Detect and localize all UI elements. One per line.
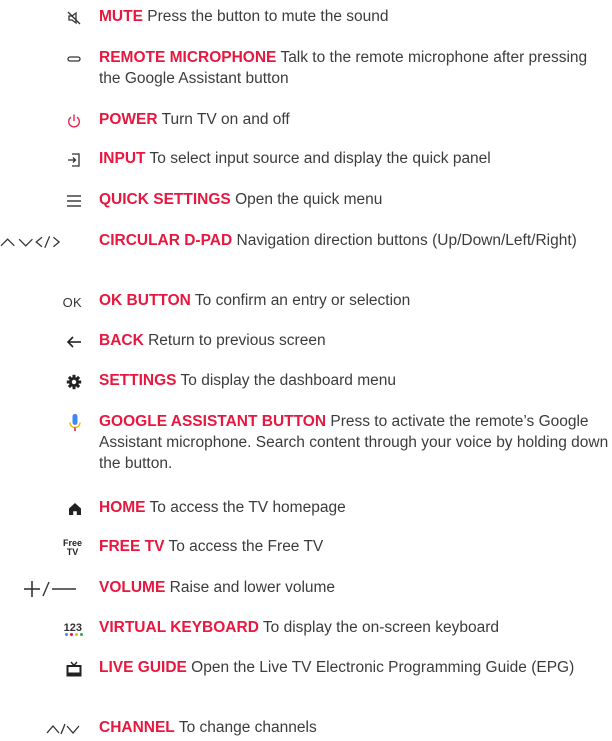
ok-icon: OK xyxy=(62,294,82,310)
item-label: OK BUTTON xyxy=(99,292,191,309)
item-desc: Open the Live TV Electronic Programming … xyxy=(191,659,575,676)
item-label: REMOTE MICROPHONE xyxy=(99,49,277,66)
item-desc: To access the TV homepage xyxy=(149,499,346,516)
input-icon xyxy=(0,148,92,172)
item-desc: To confirm an entry or selection xyxy=(194,292,411,309)
item-label: SETTINGS xyxy=(99,372,177,389)
item-desc: Raise and lower volume xyxy=(169,579,336,596)
tv-guide-icon xyxy=(0,657,92,681)
item-desc: Turn TV on and off xyxy=(161,111,290,128)
volume-plus-minus-icon xyxy=(0,577,92,601)
item-label: CHANNEL xyxy=(99,719,175,736)
item-desc: To display the on-screen keyboard xyxy=(262,619,500,636)
back-arrow-icon xyxy=(0,330,92,354)
item-desc: To access the Free TV xyxy=(168,538,324,555)
google-mic-icon xyxy=(0,411,92,435)
item-desc: To select input source and display the q… xyxy=(149,150,491,167)
free-tv-icon: Free TV xyxy=(62,538,82,557)
item-label: QUICK SETTINGS xyxy=(99,191,231,208)
item-label: LIVE GUIDE xyxy=(99,659,187,676)
item-label: HOME xyxy=(99,499,146,516)
dpad-arrows-icon xyxy=(0,230,92,254)
gear-icon xyxy=(0,370,92,394)
item-label: POWER xyxy=(99,111,158,128)
item-desc: Press the button to mute the sound xyxy=(147,8,389,25)
item-label: VOLUME xyxy=(99,579,166,596)
item-label: CIRCULAR D-PAD xyxy=(99,232,233,249)
item-desc: To display the dashboard menu xyxy=(180,372,396,389)
home-icon xyxy=(0,497,92,521)
item-label: GOOGLE ASSISTANT BUTTON xyxy=(99,413,327,430)
microphone-slot-icon xyxy=(0,47,92,71)
item-label: FREE TV xyxy=(99,538,165,555)
item-label: INPUT xyxy=(99,150,146,167)
item-desc: Navigation direction buttons (Up/Down/Le… xyxy=(236,232,577,249)
item-desc: To change channels xyxy=(178,719,317,736)
item-desc: Return to previous screen xyxy=(148,332,326,349)
item-label: VIRTUAL KEYBOARD xyxy=(99,619,259,636)
mute-icon xyxy=(0,6,92,30)
item-desc: Open the quick menu xyxy=(235,191,383,208)
item-label: MUTE xyxy=(99,8,143,25)
menu-icon xyxy=(0,189,92,213)
power-icon xyxy=(0,109,92,133)
item-label: BACK xyxy=(99,332,144,349)
keyboard-123-icon: 123 xyxy=(63,622,83,636)
channel-up-down-icon xyxy=(0,717,92,741)
